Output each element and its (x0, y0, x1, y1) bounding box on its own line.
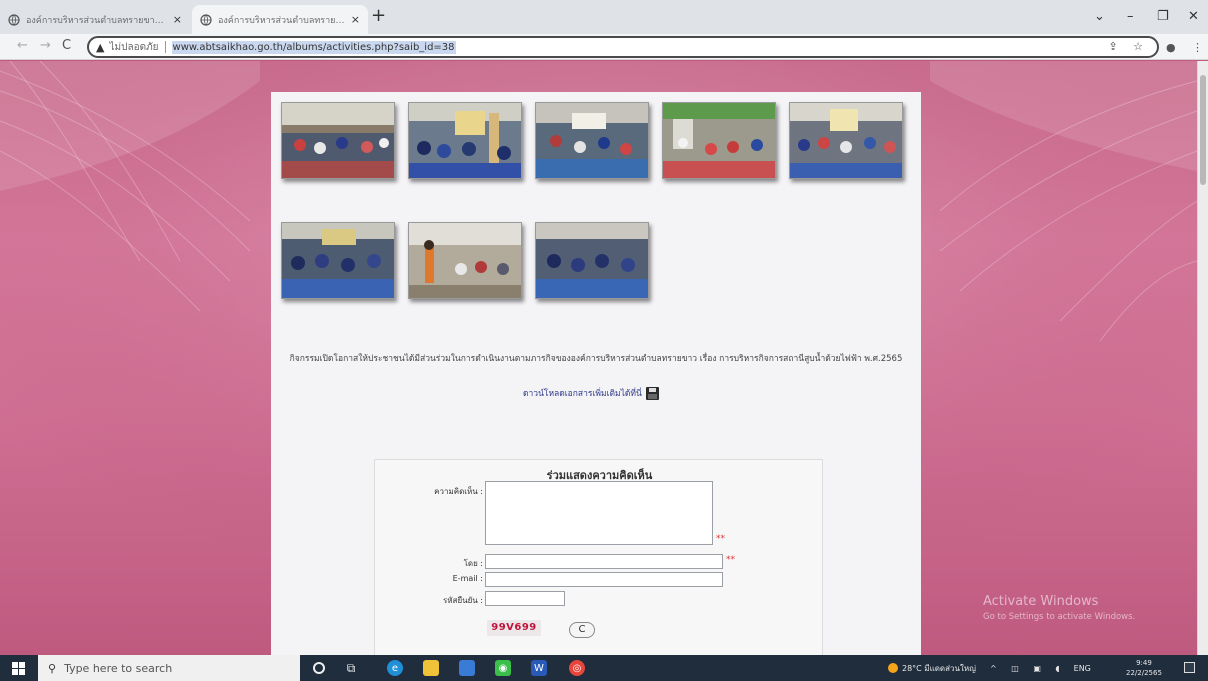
required-mark: ** (716, 534, 725, 544)
profile-icon[interactable]: ● (1166, 39, 1176, 57)
photo-image (409, 103, 521, 178)
tab-title: องค์การบริหารส่วนตำบลทรายขาว อำเภอ (26, 15, 167, 26)
content-panel: กิจกรรมเปิดโอกาสให้ประชาชนได้มีส่วนร่วมใ… (271, 92, 921, 655)
activity-photo-1[interactable] (281, 102, 395, 179)
maximize-button[interactable]: ❐ (1157, 9, 1169, 24)
activity-photo-8[interactable] (535, 222, 649, 299)
photo-image (536, 223, 648, 298)
tab-close-icon[interactable]: × (173, 13, 182, 26)
album-caption: กิจกรรมเปิดโอกาสให้ประชาชนได้มีส่วนร่วมใ… (289, 354, 903, 364)
browser-tab-2[interactable]: องค์การบริหารส่วนตำบลทรายขาว อำเภอ × (192, 5, 368, 34)
comment-textarea[interactable] (485, 481, 713, 545)
download-link[interactable]: ดาวน์โหลดเอกสารเพิ่มเติมได้ที่นี่ (523, 386, 659, 400)
bookmark-star-icon[interactable]: ⇪ ☆ (1108, 40, 1149, 53)
tab-title: องค์การบริหารส่วนตำบลทรายขาว อำเภอ (218, 15, 345, 26)
comment-form: ร่วมแสดงความคิดเห็น ความคิดเห็น : ** โดย… (374, 459, 823, 655)
page-scrollbar[interactable] (1197, 61, 1208, 655)
captcha-image: 99V699 (487, 620, 541, 636)
photo-image (282, 103, 394, 178)
warning-icon[interactable]: ▲ (96, 41, 104, 54)
weather-text[interactable]: 28°C มีแดดส่วนใหญ่ (902, 662, 976, 675)
line-icon[interactable]: ◉ (495, 660, 511, 676)
watermark-subtitle: Go to Settings to activate Windows. (983, 612, 1136, 622)
tab-close-icon[interactable]: × (351, 13, 360, 26)
verification-code-field[interactable] (485, 591, 565, 606)
name-field[interactable] (485, 554, 723, 569)
forward-button[interactable]: → (40, 37, 51, 55)
scrollbar-thumb[interactable] (1200, 75, 1206, 185)
photo-image (790, 103, 902, 178)
new-tab-button[interactable]: + (371, 7, 386, 25)
address-bar[interactable]: ▲ ไม่ปลอดภัย www.abtsaikhao.go.th/albums… (87, 36, 1159, 58)
chrome-icon[interactable]: ◎ (569, 660, 585, 676)
activity-photo-7[interactable] (408, 222, 522, 299)
required-mark: ** (726, 555, 735, 565)
photo-image (409, 223, 521, 298)
minimize-button[interactable]: – (1127, 9, 1134, 24)
activate-windows-watermark: Activate Windows Go to Settings to activ… (983, 594, 1135, 622)
activity-photo-6[interactable] (281, 222, 395, 299)
comment-label: ความคิดเห็น : (434, 487, 483, 496)
taskbar-clock[interactable]: 9:49 22/2/2565 (1126, 658, 1162, 678)
clock-time: 9:49 (1136, 659, 1152, 667)
activity-photo-5[interactable] (789, 102, 903, 179)
globe-icon (8, 13, 20, 26)
notification-icon[interactable] (1184, 662, 1195, 673)
store-icon[interactable] (459, 660, 475, 676)
search-placeholder: Type here to search (64, 661, 173, 675)
word-icon[interactable]: W (531, 660, 547, 676)
photo-image (536, 103, 648, 178)
save-disk-icon[interactable] (645, 386, 659, 400)
windows-taskbar: ⚲ Type here to search ⧉ e ◉ W ◎ 28°C มีแ… (0, 655, 1208, 681)
system-tray: 28°C มีแดดส่วนใหญ่ ^ ◫ ▣ ◖ ENG (888, 655, 1091, 681)
security-label[interactable]: ไม่ปลอดภัย (109, 40, 158, 55)
windows-start-icon[interactable] (12, 662, 25, 675)
refresh-captcha-button[interactable]: C (569, 622, 595, 638)
close-window-button[interactable]: ✕ (1188, 9, 1199, 24)
taskbar-search-box[interactable]: ⚲ Type here to search (38, 655, 300, 681)
reload-button[interactable]: C (62, 37, 71, 55)
task-view-icon[interactable]: ⧉ (343, 660, 359, 676)
file-explorer-icon[interactable] (423, 660, 439, 676)
clock-date: 22/2/2565 (1126, 669, 1162, 677)
weather-sun-icon[interactable] (888, 663, 898, 673)
menu-kebab-icon[interactable]: ⋮ (1192, 39, 1203, 57)
divider (164, 41, 166, 53)
browser-toolbar: ← → C ▲ ไม่ปลอดภัย www.abtsaikhao.go.th/… (0, 34, 1208, 60)
watermark-title: Activate Windows (983, 594, 1099, 609)
page-viewport: กิจกรรมเปิดโอกาสให้ประชาชนได้มีส่วนร่วมใ… (0, 61, 1197, 655)
globe-icon (200, 13, 212, 26)
photo-image (282, 223, 394, 298)
back-button[interactable]: ← (17, 37, 28, 55)
browser-tab-strip: องค์การบริหารส่วนตำบลทรายขาว อำเภอ × องค… (0, 0, 1208, 34)
email-field[interactable] (485, 572, 723, 587)
tray-icons[interactable]: ^ ◫ ▣ ◖ (990, 664, 1066, 673)
activity-photo-2[interactable] (408, 102, 522, 179)
download-label[interactable]: ดาวน์โหลดเอกสารเพิ่มเติมได้ที่นี่ (523, 386, 642, 400)
search-icon: ⚲ (48, 661, 57, 675)
activity-photo-4[interactable] (662, 102, 776, 179)
activity-photo-3[interactable] (535, 102, 649, 179)
code-label: รหัสยืนยัน : (442, 596, 483, 605)
url-text[interactable]: www.abtsaikhao.go.th/albums/activities.p… (171, 40, 456, 54)
browser-tab-1[interactable]: องค์การบริหารส่วนตำบลทรายขาว อำเภอ × (0, 5, 190, 34)
email-label: E-mail : (452, 574, 483, 583)
by-label: โดย : (463, 559, 483, 568)
language-indicator[interactable]: ENG (1074, 664, 1091, 673)
cortana-icon[interactable] (313, 662, 325, 674)
tab-search-button[interactable]: ⌄ (1094, 9, 1105, 24)
edge-icon[interactable]: e (387, 660, 403, 676)
photo-image (663, 103, 775, 178)
